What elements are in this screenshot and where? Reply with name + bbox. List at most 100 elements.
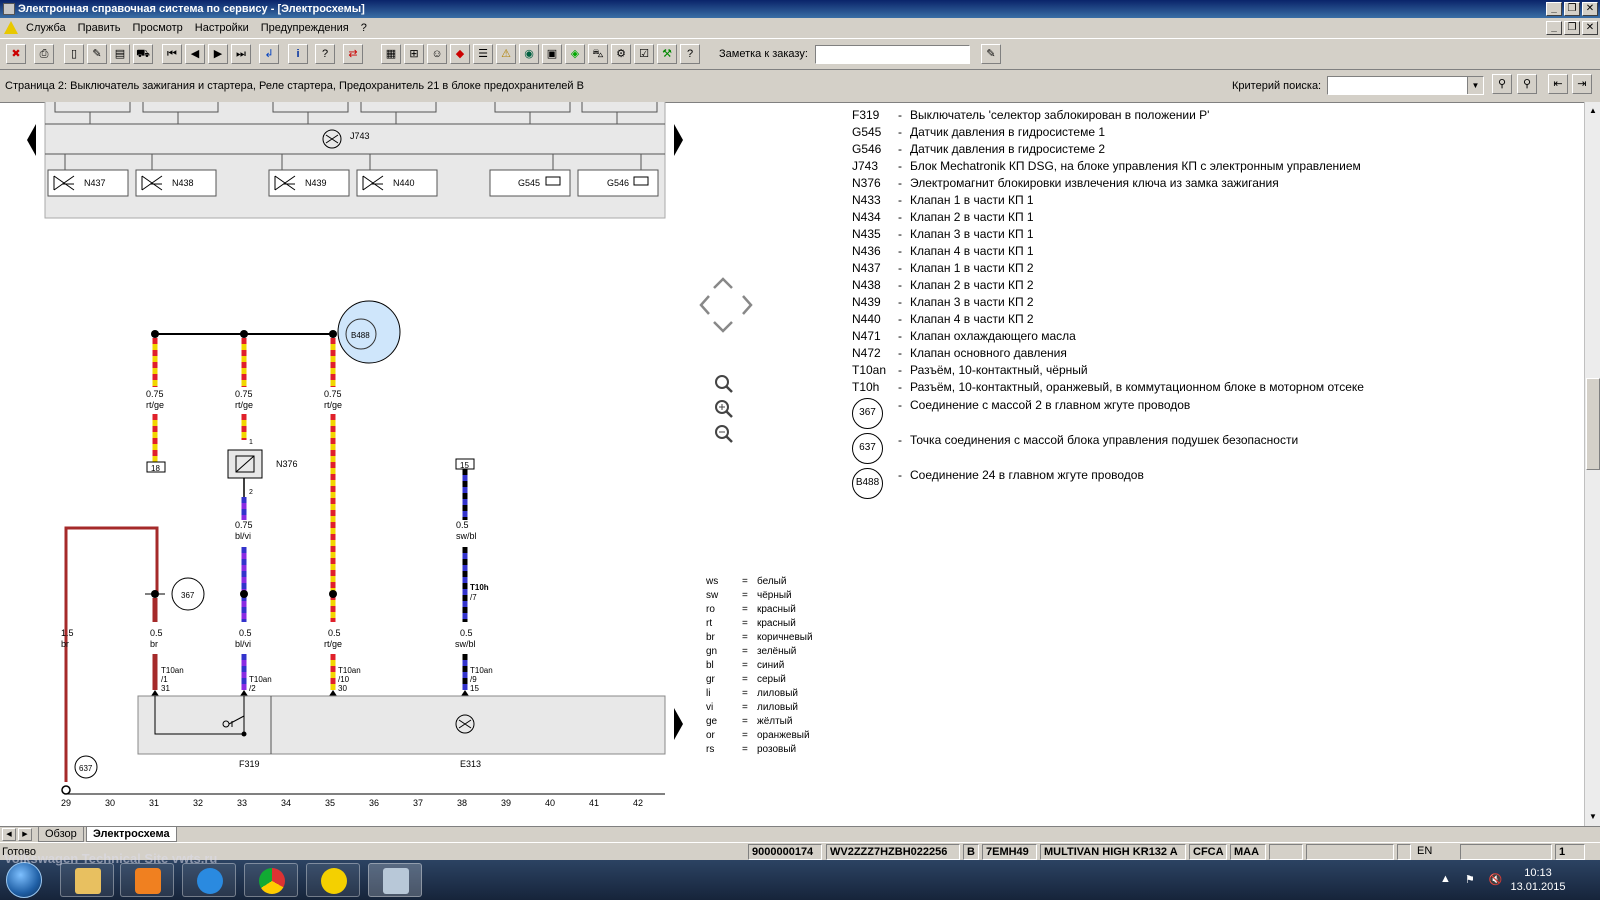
menu-help[interactable]: ?	[361, 18, 367, 38]
zoom-out-icon[interactable]	[715, 425, 733, 443]
volume-muted-icon[interactable]: 🔇	[1489, 873, 1503, 886]
clipboard-icon[interactable]: ▤	[110, 44, 130, 64]
search-back-icon[interactable]: ⇤	[1548, 74, 1568, 94]
pan-down-icon[interactable]	[713, 321, 733, 333]
pan-up-icon[interactable]	[713, 277, 733, 289]
last-page-icon[interactable]: ⏭	[231, 44, 251, 64]
status-order-number: 9000000174	[748, 844, 822, 860]
menu-settings[interactable]: Настройки	[195, 18, 249, 38]
diagnostics-icon[interactable]: ⚙	[611, 44, 631, 64]
flag-icon[interactable]: ⚑	[1465, 873, 1475, 886]
tab-wiring-diagram[interactable]: Электросхема	[86, 827, 177, 842]
next-sheet-arrow-icon[interactable]	[674, 124, 683, 156]
wire1-color: rt/ge	[146, 400, 164, 410]
n376-pin1: 1	[249, 439, 253, 446]
restore-button[interactable]: ❐	[1564, 2, 1580, 16]
pan-left-icon[interactable]	[699, 295, 710, 315]
question-doc-icon[interactable]: ?	[680, 44, 700, 64]
t10an-2-name: T10an	[249, 675, 272, 684]
edit-document-icon[interactable]: ✎	[87, 44, 107, 64]
f319-e313-module[interactable]	[137, 695, 666, 755]
legend-code: N434	[852, 210, 881, 224]
order-note-input[interactable]	[815, 45, 970, 64]
mdi-minimize-button[interactable]: _	[1546, 21, 1562, 35]
scroll-thumb[interactable]	[1586, 378, 1600, 470]
order-note-label: Заметка к заказу:	[719, 48, 808, 60]
menu-edit[interactable]: Править	[78, 18, 121, 38]
equals-sign: =	[742, 632, 748, 643]
equals-sign: =	[742, 660, 748, 671]
ruler-39: 39	[501, 798, 511, 808]
close-button[interactable]: ✕	[1582, 2, 1598, 16]
exit-icon[interactable]: ✖	[6, 44, 26, 64]
wiring-diagram[interactable]: J743 N437 N438 N439 N440 G545 G546 B488	[0, 102, 700, 826]
first-page-icon[interactable]: ⏮	[162, 44, 182, 64]
scroll-down-icon[interactable]: ▼	[1586, 810, 1600, 824]
info-icon[interactable]: i	[288, 44, 308, 64]
tools-icon[interactable]: ⚒	[657, 44, 677, 64]
legend-text: Точка соединения с массой блока управлен…	[910, 433, 1299, 447]
help-icon[interactable]: ?	[315, 44, 335, 64]
tab-prev-icon[interactable]: ◀	[2, 828, 16, 841]
t10an-4-name: T10an	[470, 666, 493, 675]
search-person-icon[interactable]: ⚲	[1492, 74, 1512, 94]
color-code: rt	[706, 618, 713, 629]
monitor-icon[interactable]: ▣	[542, 44, 562, 64]
car-icon[interactable]: ⛍	[588, 44, 608, 64]
green-book-icon[interactable]: ◈	[565, 44, 585, 64]
tab-overview[interactable]: Обзор	[38, 827, 84, 842]
swap-icon[interactable]: ⇄	[343, 44, 363, 64]
alert-icon[interactable]: ⚠	[496, 44, 516, 64]
clock[interactable]: 10:13 13.01.2015	[1503, 866, 1573, 894]
grid-icon[interactable]: ▦	[381, 44, 401, 64]
internet-explorer-task[interactable]	[182, 863, 236, 897]
modules-icon[interactable]: ⊞	[404, 44, 424, 64]
new-document-icon[interactable]: ▯	[64, 44, 84, 64]
return-icon[interactable]: ↲	[259, 44, 279, 64]
book-icon[interactable]: ◆	[450, 44, 470, 64]
zoom-in-icon[interactable]	[715, 400, 733, 418]
pan-right-icon[interactable]	[742, 295, 753, 315]
list-icon[interactable]: ☰	[473, 44, 493, 64]
checklist-icon[interactable]: ☑	[634, 44, 654, 64]
status-field-empty-1	[1269, 844, 1303, 860]
globe-icon[interactable]: ◉	[519, 44, 539, 64]
n437-label: N437	[84, 178, 106, 188]
elsa-task[interactable]	[368, 863, 422, 897]
legend-code: N433	[852, 193, 881, 207]
minimize-button[interactable]: _	[1546, 2, 1562, 16]
mdi-close-button[interactable]: ✕	[1582, 21, 1598, 35]
1c-task[interactable]	[306, 863, 360, 897]
start-button[interactable]	[6, 862, 42, 898]
legend-text: Клапан 3 в части КП 2	[910, 295, 1034, 309]
print-icon[interactable]: ⎙	[34, 44, 54, 64]
equals-sign: =	[742, 730, 748, 741]
next-page-icon[interactable]: ▶	[208, 44, 228, 64]
search-forward-icon[interactable]: ⇥	[1572, 74, 1592, 94]
tray-expand-icon[interactable]: ▲	[1440, 873, 1451, 886]
wire2-size: 0.75	[235, 389, 253, 399]
legend-dash: -	[898, 295, 902, 309]
person-icon[interactable]: ☺	[427, 44, 447, 64]
prev-sheet-arrow-icon[interactable]	[27, 124, 36, 156]
explorer-task[interactable]	[60, 863, 114, 897]
menu-service[interactable]: Служба	[26, 18, 66, 38]
vertical-scrollbar[interactable]: ▲ ▼	[1584, 102, 1600, 826]
next-sheet-arrow-lower-icon[interactable]	[674, 708, 683, 740]
vehicle-icon[interactable]: ⛟	[133, 44, 153, 64]
media-player-task[interactable]	[120, 863, 174, 897]
menu-warnings[interactable]: Предупреждения	[261, 18, 349, 38]
scroll-up-icon[interactable]: ▲	[1586, 104, 1600, 118]
tab-next-icon[interactable]: ▶	[18, 828, 32, 841]
chrome-task[interactable]	[244, 863, 298, 897]
menu-bar: Служба Править Просмотр Настройки Предуп…	[0, 18, 1600, 38]
chevron-down-icon[interactable]: ▼	[1467, 77, 1483, 94]
search-criteria-select[interactable]: ▼	[1327, 76, 1484, 95]
ruler-29: 29	[61, 798, 71, 808]
menu-view[interactable]: Просмотр	[133, 18, 183, 38]
zoom-fit-icon[interactable]	[715, 375, 733, 393]
note-edit-icon[interactable]: ✎	[981, 44, 1001, 64]
prev-page-icon[interactable]: ◀	[185, 44, 205, 64]
search-clear-icon[interactable]: ⚲	[1517, 74, 1537, 94]
mdi-restore-button[interactable]: ❐	[1564, 21, 1580, 35]
